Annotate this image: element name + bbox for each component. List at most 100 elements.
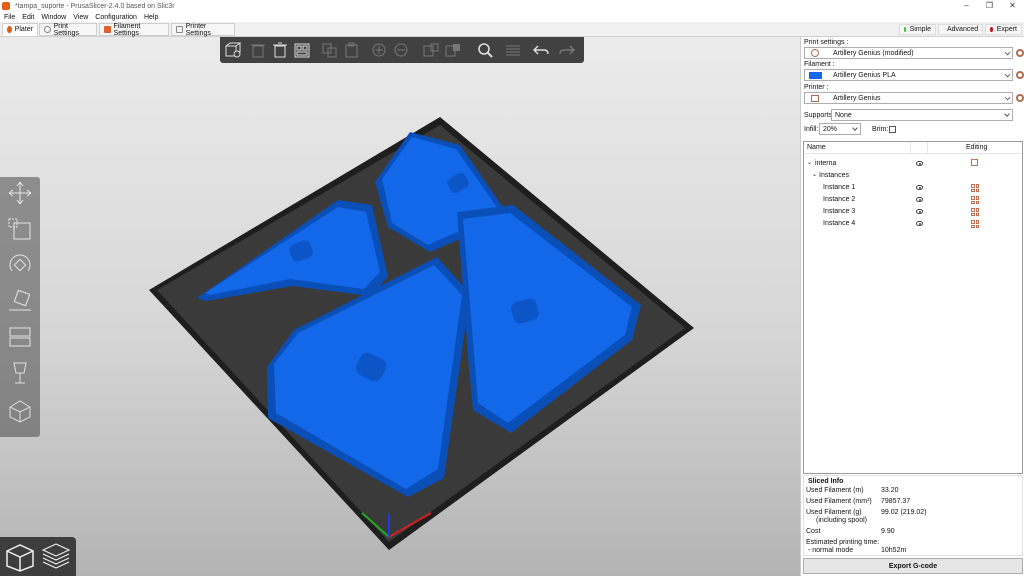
add-instance-icon[interactable] [370,42,388,58]
filament-gear-icon[interactable] [1016,71,1024,79]
print-settings-gear-icon[interactable] [1016,49,1024,57]
printer-combo[interactable]: Artillery Genius [804,92,1013,104]
printer-gear-icon[interactable] [1016,94,1024,102]
infill-combo[interactable]: 20% [819,123,861,135]
tab-printer-settings-label: Printer Settings [185,22,211,37]
supports-paint-icon[interactable] [6,361,34,385]
chevron-down-icon[interactable]: ⌄ [812,171,817,178]
3d-viewport[interactable] [0,37,800,576]
instance-row-1[interactable]: Instance 1 [804,182,1022,194]
object-settings-icon[interactable] [971,159,978,166]
split-objects-icon[interactable] [422,42,440,58]
visibility-eye-icon[interactable] [916,221,923,226]
object-list-header: Name Editing [804,142,1022,154]
menu-edit[interactable]: Edit [22,14,34,21]
instance-settings-icon[interactable] [971,184,979,192]
instance-settings-icon[interactable] [971,208,979,216]
top-toolbar [220,37,584,63]
printing-time-value: 10h52m [881,547,907,554]
scene-canvas[interactable] [0,37,800,576]
redo-icon[interactable] [558,42,576,58]
layers-editing-icon[interactable] [504,42,522,58]
mode-expert-label: Expert [996,26,1017,33]
mode-simple-button[interactable]: Simple [899,24,936,35]
copy-icon[interactable] [321,42,339,58]
brim-checkbox[interactable] [889,126,896,133]
print-settings-icon [44,26,51,33]
preview-icon[interactable] [40,542,72,572]
print-settings-icon [811,49,819,57]
tab-filament-settings[interactable]: Filament Settings [99,23,169,37]
object-list[interactable]: Name Editing ⌄ interna ⌄ Instances Insta… [803,141,1023,474]
rotate-icon[interactable] [6,253,34,277]
move-icon[interactable] [6,181,34,205]
column-editing-header[interactable]: Editing [966,144,987,151]
visibility-eye-icon[interactable] [916,161,923,166]
column-divider [910,142,911,153]
export-gcode-button[interactable]: Export G-code [803,558,1023,574]
supports-combo[interactable]: None [831,109,1013,121]
minimize-button[interactable]: – [955,0,978,12]
scale-icon[interactable] [6,217,34,241]
undo-icon[interactable] [532,42,550,58]
used-filament-mm3-value: 79857.37 [881,498,911,505]
object-row-interna[interactable]: ⌄ interna [804,158,1022,170]
used-filament-mm3-label: Used Filament (mm³) [806,498,872,505]
delete-all-icon[interactable] [271,42,289,58]
plater-icon [7,26,12,33]
remove-instance-icon[interactable] [392,42,410,58]
maximize-button[interactable]: ❐ [978,0,1001,12]
tab-printer-settings[interactable]: Printer Settings [171,22,235,37]
print-settings-combo[interactable]: Artillery Genius (modified) [804,47,1013,59]
tab-plater[interactable]: Plater [2,23,38,36]
supports-label: Supports: [804,112,834,119]
chevron-down-icon [1004,71,1011,78]
visibility-eye-icon[interactable] [916,185,923,190]
mode-expert-button[interactable]: Expert [985,24,1022,35]
view-switch [0,537,76,576]
printer-icon [811,94,819,102]
simplify-icon[interactable] [6,399,34,423]
menu-file[interactable]: File [4,14,15,21]
instances-row[interactable]: ⌄ Instances [804,170,1022,182]
menu-window[interactable]: Window [41,14,66,21]
place-on-face-icon[interactable] [6,289,34,313]
split-parts-icon[interactable] [444,42,462,58]
add-icon[interactable] [224,42,242,58]
infill-label: Infill: [804,126,819,133]
title-bar: *tampa_suporte - PrusaSlicer-2.4.0 based… [0,0,1024,12]
instance-row-3[interactable]: Instance 3 [804,206,1022,218]
sidebar: Print settings : Artillery Genius (modif… [800,37,1024,576]
delete-icon[interactable] [249,42,267,58]
instance-settings-icon[interactable] [971,196,979,204]
3d-view-icon[interactable] [4,542,36,572]
cut-icon[interactable] [6,325,34,349]
visibility-eye-icon[interactable] [916,209,923,214]
used-filament-g-label: Used Filament (g) [806,509,862,516]
instances-label: Instances [819,172,849,179]
search-icon[interactable] [476,42,494,58]
close-button[interactable]: ✕ [1001,0,1024,12]
sliced-info-panel: Sliced Info Used Filament (m) 33.20 Used… [803,475,1023,556]
printer-label: Printer : [804,84,829,91]
used-filament-m-label: Used Filament (m) [806,487,864,494]
window-title: *tampa_suporte - PrusaSlicer-2.4.0 based… [15,2,175,10]
paste-icon[interactable] [343,42,361,58]
menu-help[interactable]: Help [144,14,158,21]
instance-settings-icon[interactable] [971,220,979,228]
mode-advanced-button[interactable]: Advanced [938,24,983,35]
chevron-down-icon[interactable]: ⌄ [807,159,812,166]
arrange-icon[interactable] [293,42,311,58]
instance-row-2[interactable]: Instance 2 [804,194,1022,206]
filament-combo[interactable]: Artillery Genius PLA [804,69,1013,81]
model-instance-4[interactable] [457,205,641,433]
visibility-eye-icon[interactable] [916,197,923,202]
tab-print-settings[interactable]: Print Settings [39,23,97,37]
instance-row-4[interactable]: Instance 4 [804,218,1022,230]
used-filament-g-sublabel: (including spool) [816,517,867,524]
menu-configuration[interactable]: Configuration [95,14,137,21]
expert-mode-icon [990,27,993,32]
menu-view[interactable]: View [73,14,88,21]
chevron-down-icon [1004,94,1011,101]
column-name-header[interactable]: Name [807,144,826,151]
